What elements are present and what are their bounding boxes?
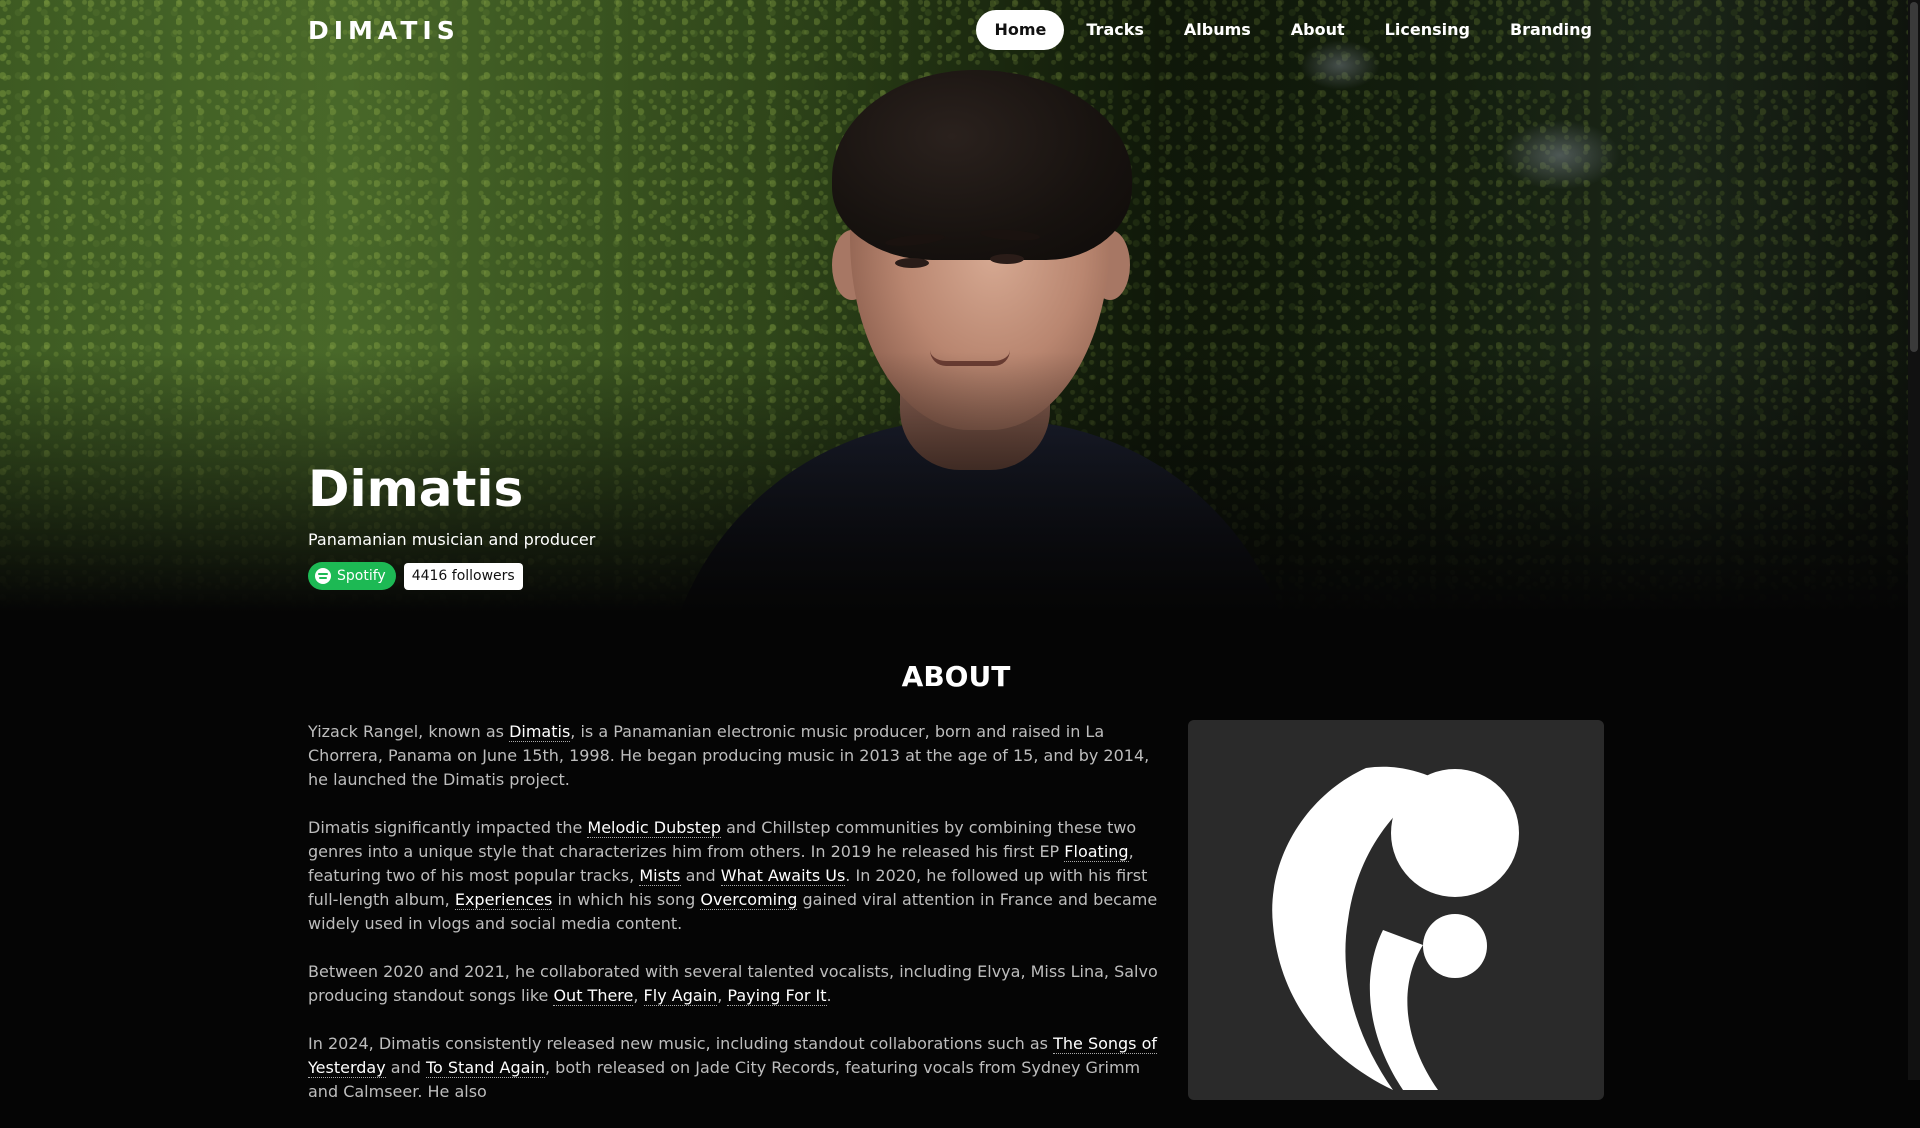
about-paragraph: Between 2020 and 2021, he collaborated w… xyxy=(308,960,1160,1008)
about-heading: ABOUT xyxy=(901,660,1011,693)
nav-about[interactable]: About xyxy=(1273,10,1363,50)
link-dimatis[interactable]: Dimatis xyxy=(509,722,571,742)
followers-count: 4416 followers xyxy=(403,562,523,590)
hero-fade xyxy=(0,352,1920,612)
portrait-eye xyxy=(990,254,1024,264)
text-run: in which his song xyxy=(552,890,701,909)
nav-tracks[interactable]: Tracks xyxy=(1068,10,1162,50)
site-logo[interactable]: DIMATIS xyxy=(308,16,460,45)
text-run: and xyxy=(680,866,721,885)
link-experiences[interactable]: Experiences xyxy=(454,890,553,910)
text-run: Yizack Rangel, known as xyxy=(308,722,510,741)
link-melodic-dubstep[interactable]: Melodic Dubstep xyxy=(587,818,721,838)
about-paragraph: Yizack Rangel, known as Dimatis, is a Pa… xyxy=(308,720,1160,792)
portrait-eye xyxy=(895,258,929,268)
artist-name: Dimatis xyxy=(308,460,524,518)
link-out-there[interactable]: Out There xyxy=(553,986,634,1006)
text-run: , xyxy=(633,986,644,1005)
spotify-label: Spotify xyxy=(337,568,386,584)
text-run: and xyxy=(385,1058,426,1077)
about-paragraph: In 2024, Dimatis consistently released n… xyxy=(308,1032,1160,1104)
nav-links: Home Tracks Albums About Licensing Brand… xyxy=(972,10,1610,50)
nav-albums[interactable]: Albums xyxy=(1166,10,1269,50)
link-floating[interactable]: Floating xyxy=(1064,842,1129,862)
about-logo-card xyxy=(1188,720,1604,1100)
logo-text: DIMATIS xyxy=(308,16,460,45)
artist-tagline: Panamanian musician and producer xyxy=(308,530,596,549)
spotify-badges: Spotify 4416 followers xyxy=(308,562,523,590)
text-run: . xyxy=(826,986,832,1005)
text-run: In 2024, Dimatis consistently released n… xyxy=(308,1034,1054,1053)
text-run: Dimatis significantly impacted the xyxy=(308,818,588,837)
link-overcoming[interactable]: Overcoming xyxy=(700,890,798,910)
page-scrollbar[interactable] xyxy=(1908,0,1920,1080)
about-paragraph: Dimatis significantly impacted the Melod… xyxy=(308,816,1160,936)
link-mists[interactable]: Mists xyxy=(639,866,681,886)
nav-licensing[interactable]: Licensing xyxy=(1367,10,1488,50)
scrollbar-thumb[interactable] xyxy=(1910,2,1918,352)
hero-banner xyxy=(0,0,1920,612)
text-run: , xyxy=(717,986,728,1005)
spotify-icon xyxy=(315,568,331,584)
dimatis-emblem-icon xyxy=(1272,766,1519,1090)
top-nav: DIMATIS Home Tracks Albums About Licensi… xyxy=(0,0,1920,60)
about-text: Yizack Rangel, known as Dimatis, is a Pa… xyxy=(308,720,1160,1128)
link-what-awaits-us[interactable]: What Awaits Us xyxy=(720,866,846,886)
link-to-stand-again[interactable]: To Stand Again xyxy=(425,1058,545,1078)
link-paying-for-it[interactable]: Paying For It xyxy=(727,986,827,1006)
nav-branding[interactable]: Branding xyxy=(1492,10,1610,50)
nav-home[interactable]: Home xyxy=(976,10,1065,50)
spotify-button[interactable]: Spotify xyxy=(308,562,396,590)
link-fly-again[interactable]: Fly Again xyxy=(643,986,718,1006)
